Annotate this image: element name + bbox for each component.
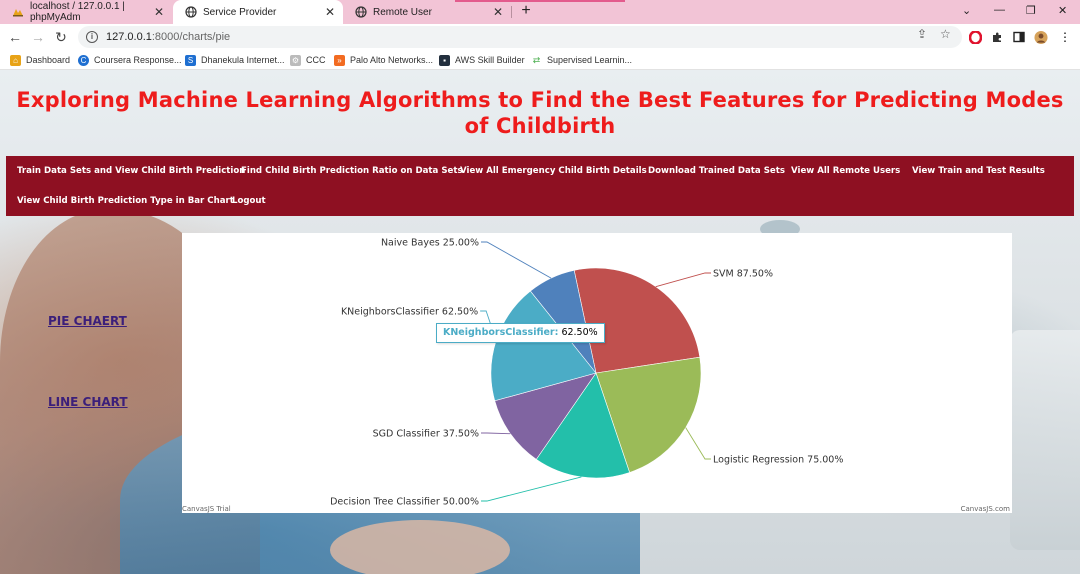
nav-remote-users[interactable]: View All Remote Users bbox=[791, 166, 900, 176]
back-icon[interactable]: ← bbox=[6, 28, 24, 46]
pie-chart-panel: SVM 87.50% Logistic Regression 75.00% Deci… bbox=[182, 233, 1012, 513]
slice-data-label: KNeighborsClassifier 62.50% bbox=[341, 307, 478, 318]
ccc-icon: ⚙ bbox=[290, 54, 301, 66]
coursera-icon: C bbox=[78, 54, 89, 66]
bookmark-label: Palo Alto Networks... bbox=[350, 55, 434, 65]
pie-chart-link[interactable]: PIE CHAERT bbox=[48, 314, 127, 328]
nav-train-test-results[interactable]: View Train and Test Results bbox=[912, 166, 1045, 176]
bookmark-label: CCC bbox=[306, 55, 326, 65]
browser-toolbar: ← → ↻ i 127.0.0.1:8000/charts/pie ⇪ ☆ bbox=[0, 24, 1080, 50]
extensions-icon[interactable] bbox=[990, 30, 1004, 44]
chart-tooltip: KNeighborsClassifier: 62.50% bbox=[436, 323, 605, 343]
label-connector bbox=[481, 241, 552, 279]
close-icon[interactable]: ✕ bbox=[493, 5, 503, 19]
profile-avatar-icon[interactable] bbox=[1034, 30, 1048, 44]
nav-train-data[interactable]: Train Data Sets and View Child Birth Pre… bbox=[17, 166, 245, 176]
minimize-icon[interactable]: — bbox=[994, 4, 1005, 16]
slice-data-label: Decision Tree Classifier 50.00% bbox=[330, 497, 479, 508]
bookmark-coursera[interactable]: C Coursera Response... bbox=[78, 53, 182, 67]
pie-slice-svm[interactable] bbox=[573, 267, 701, 374]
label-connector bbox=[481, 432, 511, 435]
tooltip-value: 62.50% bbox=[561, 327, 598, 338]
bookmark-label: Dhanekula Internet... bbox=[201, 55, 285, 65]
new-tab-icon[interactable]: + bbox=[517, 2, 535, 20]
canvasjs-credit-link[interactable]: CanvasJS.com bbox=[961, 505, 1010, 513]
site-info-icon[interactable]: i bbox=[86, 31, 98, 43]
main-nav: Train Data Sets and View Child Birth Pre… bbox=[6, 156, 1074, 216]
tab-remote-user[interactable]: Remote User ✕ bbox=[343, 0, 511, 24]
bookmarks-bar: ⌂ Dashboard C Coursera Response... S Dha… bbox=[0, 50, 1080, 70]
slice-data-label: Logistic Regression 75.00% bbox=[713, 455, 843, 466]
label-connector bbox=[655, 272, 711, 288]
address-bar[interactable]: i 127.0.0.1:8000/charts/pie bbox=[78, 26, 962, 48]
arrows-icon: ⇄ bbox=[531, 54, 542, 66]
tooltip-label: KNeighborsClassifier: bbox=[443, 327, 559, 338]
forward-icon[interactable]: → bbox=[29, 28, 47, 46]
nav-emergency-details[interactable]: View All Emergency Child Birth Details bbox=[460, 166, 647, 176]
nav-prediction-ratio[interactable]: Find Child Birth Prediction Ratio on Dat… bbox=[241, 166, 463, 176]
phpmyadmin-icon bbox=[12, 6, 24, 18]
tab-phpmyadmin[interactable]: localhost / 127.0.0.1 | phpMyAdm ✕ bbox=[0, 0, 172, 24]
tab-title: Remote User bbox=[373, 6, 432, 18]
nav-logout[interactable]: Logout bbox=[232, 196, 266, 206]
bookmark-label: Coursera Response... bbox=[94, 55, 182, 65]
s-icon: S bbox=[185, 54, 196, 66]
tab-title: localhost / 127.0.0.1 | phpMyAdm bbox=[30, 1, 125, 23]
bookmark-label: Dashboard bbox=[26, 55, 71, 65]
maximize-icon[interactable]: ❐ bbox=[1026, 4, 1036, 17]
sidepanel-icon[interactable] bbox=[1012, 30, 1026, 44]
tab-title: Service Provider bbox=[203, 6, 277, 18]
bookmark-paloalto[interactable]: » Palo Alto Networks... bbox=[334, 53, 433, 67]
reload-icon[interactable]: ↻ bbox=[52, 28, 70, 46]
page-title: Exploring Machine Learning Algorithms to… bbox=[16, 88, 1064, 138]
background-photo-hand bbox=[330, 520, 510, 574]
bookmark-label: Supervised Learnin... bbox=[547, 55, 633, 65]
nav-download-datasets[interactable]: Download Trained Data Sets bbox=[648, 166, 785, 176]
bookmark-label: AWS Skill Builder bbox=[455, 55, 525, 65]
background-photo-monitor bbox=[1010, 330, 1080, 550]
bookmark-supervised[interactable]: ⇄ Supervised Learnin... bbox=[531, 53, 632, 67]
globe-icon bbox=[185, 6, 197, 18]
tab-search-icon[interactable]: ⌄ bbox=[962, 4, 971, 17]
page-content: Exploring Machine Learning Algorithms to… bbox=[0, 70, 1080, 574]
globe-icon bbox=[355, 6, 367, 18]
menu-icon[interactable]: ⋮ bbox=[1058, 30, 1072, 44]
home-icon: ⌂ bbox=[10, 54, 21, 66]
label-connector bbox=[481, 476, 582, 502]
label-connector bbox=[685, 427, 711, 460]
nav-bar-chart[interactable]: View Child Birth Prediction Type in Bar … bbox=[17, 196, 234, 206]
bookmark-aws[interactable]: ▪ AWS Skill Builder bbox=[439, 53, 525, 67]
browser-tab-bar: localhost / 127.0.0.1 | phpMyAdm ✕ Servi… bbox=[0, 0, 1080, 24]
bookmark-ccc[interactable]: ⚙ CCC bbox=[290, 53, 326, 67]
paloalto-icon: » bbox=[334, 54, 345, 66]
canvasjs-trial-credit: CanvasJS Trial bbox=[182, 505, 231, 513]
slice-data-label: SGD Classifier 37.50% bbox=[373, 429, 479, 440]
close-icon[interactable]: ✕ bbox=[325, 5, 335, 19]
aws-icon: ▪ bbox=[439, 54, 450, 66]
bookmark-dashboard[interactable]: ⌂ Dashboard bbox=[10, 53, 70, 67]
opera-icon[interactable] bbox=[968, 30, 982, 44]
window-close-icon[interactable]: ✕ bbox=[1058, 4, 1067, 17]
share-icon[interactable]: ⇪ bbox=[917, 27, 927, 41]
slice-data-label: Naive Bayes 25.00% bbox=[381, 238, 479, 249]
pie-chart: SVM 87.50% Logistic Regression 75.00% Deci… bbox=[330, 238, 843, 508]
line-chart-link[interactable]: LINE CHART bbox=[48, 395, 128, 409]
slice-data-label: SVM 87.50% bbox=[713, 269, 773, 280]
url-host: 127.0.0.1 bbox=[106, 31, 152, 43]
bookmark-dhanekula[interactable]: S Dhanekula Internet... bbox=[185, 53, 285, 67]
tab-separator bbox=[511, 6, 512, 18]
close-icon[interactable]: ✕ bbox=[154, 5, 164, 19]
url-path: :8000/charts/pie bbox=[151, 31, 231, 43]
bookmark-star-icon[interactable]: ☆ bbox=[940, 27, 951, 41]
tab-service-provider[interactable]: Service Provider ✕ bbox=[173, 0, 343, 24]
